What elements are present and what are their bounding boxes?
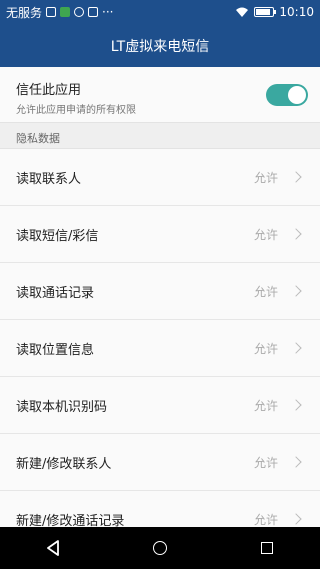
chevron-right-icon — [290, 342, 302, 354]
carrier-text: 无服务 — [6, 5, 43, 20]
trust-subtitle: 允许此应用申请的所有权限 — [16, 105, 136, 116]
recents-icon — [260, 542, 273, 554]
home-icon — [152, 541, 167, 555]
chevron-right-icon — [290, 228, 302, 240]
navigation-bar — [0, 527, 320, 569]
home-button[interactable] — [140, 527, 180, 569]
permission-row-read-call-log[interactable]: 读取通话记录 允许 — [0, 263, 320, 320]
permission-label: 读取短信/彩信 — [16, 228, 99, 244]
permission-label: 读取本机识别码 — [16, 399, 108, 415]
chevron-right-icon — [290, 171, 302, 183]
permission-row-edit-contacts[interactable]: 新建/修改联系人 允许 — [0, 434, 320, 491]
status-bar: 无服务 ··· 10:10 — [0, 0, 320, 24]
wifi-icon — [236, 7, 249, 17]
trust-app-row[interactable]: 信任此应用 允许此应用申请的所有权限 — [0, 67, 320, 122]
permission-row-read-contacts[interactable]: 读取联系人 允许 — [0, 149, 320, 206]
permission-value: 允许 — [253, 284, 278, 299]
permission-value: 允许 — [253, 341, 278, 356]
back-icon — [47, 540, 60, 556]
back-button[interactable] — [33, 527, 73, 569]
section-header: 隐私数据 — [0, 122, 320, 149]
permission-label: 读取联系人 — [16, 171, 82, 187]
permission-value: 允许 — [253, 512, 278, 527]
sim-icon — [46, 7, 57, 17]
chevron-right-icon — [290, 513, 302, 525]
permission-row-read-sms[interactable]: 读取短信/彩信 允许 — [0, 206, 320, 263]
permission-value: 允许 — [253, 398, 278, 413]
permission-row-read-device-id[interactable]: 读取本机识别码 允许 — [0, 377, 320, 434]
permission-row-edit-call-log[interactable]: 新建/修改通话记录 允许 — [0, 491, 320, 527]
image-icon — [88, 7, 99, 17]
app-bar: LT虚拟来电短信 — [0, 24, 320, 67]
at-icon — [74, 7, 85, 17]
battery-icon — [254, 7, 277, 17]
section-title: 隐私数据 — [16, 132, 60, 145]
clock-text: 10:10 — [279, 5, 314, 19]
permission-label: 读取通话记录 — [16, 285, 95, 301]
permission-label: 新建/修改通话记录 — [16, 513, 125, 528]
chevron-right-icon — [290, 399, 302, 411]
permission-row-read-location[interactable]: 读取位置信息 允许 — [0, 320, 320, 377]
permission-label: 新建/修改联系人 — [16, 456, 112, 472]
trust-title: 信任此应用 — [16, 83, 82, 98]
trust-toggle[interactable] — [266, 84, 308, 106]
toggle-knob — [288, 86, 306, 104]
wechat-icon — [60, 7, 71, 17]
chevron-right-icon — [290, 285, 302, 297]
permission-label: 读取位置信息 — [16, 342, 95, 358]
permission-list: 读取联系人 允许 读取短信/彩信 允许 读取通话记录 允许 读取位置信息 允许 … — [0, 149, 320, 527]
permission-value: 允许 — [253, 227, 278, 242]
permission-value: 允许 — [253, 455, 278, 470]
more-icon: ··· — [102, 5, 114, 19]
chevron-right-icon — [290, 456, 302, 468]
recents-button[interactable] — [247, 527, 287, 569]
permission-value: 允许 — [253, 170, 278, 185]
app-title: LT虚拟来电短信 — [110, 38, 210, 55]
